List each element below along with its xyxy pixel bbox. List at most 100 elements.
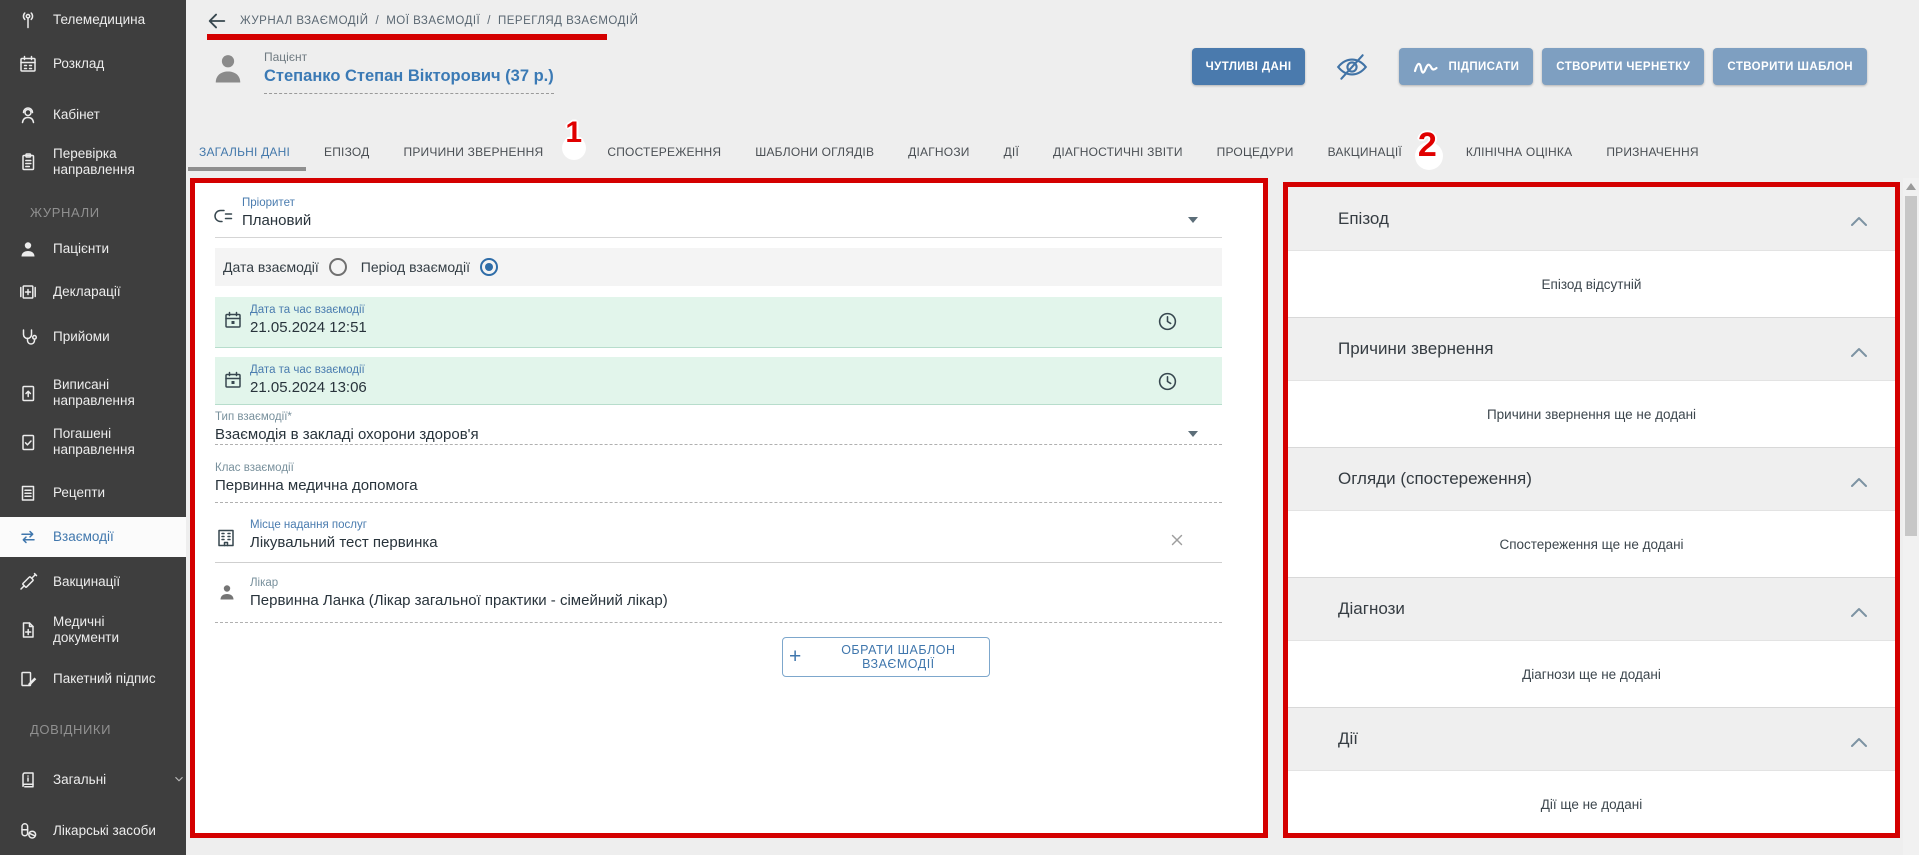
tab-general-data[interactable]: ЗАГАЛЬНІ ДАНІ [197, 132, 292, 171]
date-start-field[interactable]: Дата та час взаємодії 21.05.2024 12:51 [215, 297, 1222, 348]
arrows-swap-icon [18, 527, 38, 547]
plus-icon: + [789, 646, 802, 667]
sidebar-item-interactions[interactable]: Взаємодії [0, 517, 186, 557]
sidebar-item-label: Погашені направлення [53, 426, 165, 459]
sensitive-data-button[interactable]: ЧУТЛИВІ ДАНІ [1192, 48, 1306, 85]
field-value: 21.05.2024 12:51 [250, 319, 1222, 336]
doc-plus-icon [18, 620, 38, 640]
choose-template-button[interactable]: + ОБРАТИ ШАБЛОН ВЗАЄМОДІЇ [782, 637, 990, 677]
signature-icon [1413, 59, 1439, 75]
scroll-up-icon[interactable] [1906, 183, 1916, 190]
chevron-down-icon[interactable] [1188, 431, 1198, 437]
doctor-icon [18, 105, 38, 125]
chevron-up-icon[interactable] [1851, 342, 1867, 352]
sidebar-item-label: Пацієнти [53, 241, 165, 257]
sidebar-item-cabinet[interactable]: Кабінет [0, 95, 186, 135]
create-template-button[interactable]: СТВОРИТИ ШАБЛОН [1713, 48, 1867, 85]
doctor-field: Лікар Первинна Ланка (Лікар загальної пр… [215, 577, 1222, 623]
tab-prescriptions[interactable]: ПРИЗНАЧЕННЯ [1604, 132, 1700, 171]
service-place-field[interactable]: Місце надання послуг Лікувальний тест пе… [215, 519, 1222, 563]
sidebar-item-label: Кабінет [53, 107, 165, 123]
sidebar-item-label: Лікарські засоби [53, 823, 165, 839]
accordion-observations[interactable]: Огляди (спостереження) [1288, 447, 1895, 511]
back-arrow-icon[interactable] [206, 10, 228, 32]
tab-reasons[interactable]: ПРИЧИНИ ЗВЕРНЕННЯ [402, 132, 546, 171]
breadcrumb-item[interactable]: ЖУРНАЛ ВЗАЄМОДІЙ [240, 15, 369, 27]
person-icon [18, 239, 38, 259]
interaction-type-field[interactable]: Тип взаємодії* Взаємодія в закладі охоро… [215, 411, 1222, 445]
tab-clinical-assessment[interactable]: КЛІНІЧНА ОЦІНКА [1464, 132, 1574, 171]
accordion-reasons[interactable]: Причини звернення [1288, 317, 1895, 381]
sidebar-item-prescriptions[interactable]: Рецепти [0, 473, 186, 513]
field-label: Дата та час взаємодії [250, 364, 1222, 376]
tab-diagnoses[interactable]: ДІАГНОЗИ [906, 132, 971, 171]
doc-check-icon [18, 432, 38, 452]
annotation-box-1: Пріоритет Плановий Дата взаємодії Період… [190, 178, 1268, 838]
field-label: Пріоритет [242, 197, 1222, 209]
sidebar-item-label: Розклад [53, 56, 165, 72]
accordion-actions[interactable]: Дії [1288, 707, 1895, 771]
sidebar-item-redeemed-referrals[interactable]: Погашені направлення [0, 418, 186, 466]
general-data-form: Пріоритет Плановий Дата взаємодії Період… [195, 183, 1263, 833]
sidebar: Телемедицина Розклад Кабінет Перевірка н… [0, 0, 186, 855]
create-draft-button[interactable]: СТВОРИТИ ЧЕРНЕТКУ [1542, 48, 1704, 85]
sidebar-item-declarations[interactable]: Декларації [0, 272, 186, 312]
field-value: Первинна медична допомога [215, 477, 1222, 494]
accordion-empty-state: Діагнози ще не додані [1288, 641, 1895, 707]
clock-icon[interactable] [1157, 371, 1178, 392]
calendar-icon [223, 310, 243, 330]
sidebar-item-label: Загальні [53, 772, 153, 788]
field-label: Дата та час взаємодії [250, 304, 1222, 316]
tab-actions[interactable]: ДІЇ [1002, 132, 1021, 171]
clock-icon[interactable] [1157, 311, 1178, 332]
eye-off-icon[interactable] [1335, 52, 1369, 82]
accordion-diagnoses[interactable]: Діагнози [1288, 577, 1895, 641]
sidebar-item-batch-signing[interactable]: Пакетний підпис [0, 659, 186, 699]
chevron-up-icon[interactable] [1851, 472, 1867, 482]
header-actions: ЧУТЛИВІ ДАНІ ПІДПИСАТИ СТВОРИТИ ЧЕРНЕТКУ… [1192, 48, 1867, 85]
clear-icon[interactable] [1168, 531, 1186, 549]
priority-icon [212, 206, 234, 228]
date-end-field[interactable]: Дата та час взаємодії 21.05.2024 13:06 [215, 357, 1222, 405]
field-value: Взаємодія в закладі охорони здоров'я [215, 426, 1222, 443]
breadcrumb-item[interactable]: МОЇ ВЗАЄМОДІЇ [386, 15, 480, 27]
sidebar-item-patients[interactable]: Пацієнти [0, 229, 186, 269]
patient-name-link[interactable]: Степанко Степан Вікторович (37 р.) [264, 67, 554, 94]
sidebar-item-medicines[interactable]: Лікарські засоби [0, 811, 186, 851]
chevron-up-icon[interactable] [1851, 602, 1867, 612]
patient-label: Пацієнт [264, 50, 554, 64]
sidebar-item-issued-referrals[interactable]: Виписані направлення [0, 369, 186, 417]
field-value: Первинна Ланка (Лікар загальної практики… [250, 592, 1222, 609]
scrollbar-thumb[interactable] [1905, 196, 1917, 536]
scrollbar-track[interactable] [1903, 178, 1919, 855]
sidebar-item-label: Пакетний підпис [53, 671, 165, 687]
stethoscope-icon [18, 327, 38, 347]
breadcrumb[interactable]: ЖУРНАЛ ВЗАЄМОДІЙ/МОЇ ВЗАЄМОДІЇ/ПЕРЕГЛЯД … [240, 15, 638, 27]
chevron-up-icon[interactable] [1851, 732, 1867, 742]
doc-pen-icon [18, 669, 38, 689]
field-value: Лікувальний тест первинка [250, 534, 1222, 551]
chevron-up-icon[interactable] [1851, 211, 1867, 221]
interaction-date-radio[interactable] [329, 258, 347, 276]
chevron-down-icon[interactable] [1188, 217, 1198, 223]
tab-procedures[interactable]: ПРОЦЕДУРИ [1215, 132, 1296, 171]
accordion-episode[interactable]: Епізод [1288, 187, 1895, 251]
sidebar-item-vaccinations[interactable]: Вакцинації [0, 562, 186, 602]
tab-observations[interactable]: СПОСТЕРЕЖЕННЯ [605, 132, 723, 171]
sidebar-item-medical-documents[interactable]: Медичні документи [0, 606, 186, 654]
calendar-icon [18, 54, 38, 74]
sidebar-section-journals: ЖУРНАЛИ [0, 202, 186, 222]
tab-vaccinations[interactable]: ВАКЦИНАЦІЇ [1326, 132, 1404, 171]
sidebar-item-schedule[interactable]: Розклад [0, 44, 186, 84]
sidebar-item-referral-check[interactable]: Перевірка направлення [0, 138, 186, 186]
sidebar-item-telemedicine[interactable]: Телемедицина [0, 0, 186, 40]
tab-episode[interactable]: ЕПІЗОД [322, 132, 371, 171]
sidebar-item-appointments[interactable]: Прийоми [0, 317, 186, 357]
interaction-period-radio[interactable] [480, 258, 498, 276]
sign-button[interactable]: ПІДПИСАТИ [1399, 48, 1533, 85]
sidebar-item-general[interactable]: Загальні [0, 760, 186, 800]
tab-exam-templates[interactable]: ШАБЛОНИ ОГЛЯДІВ [753, 132, 876, 171]
interaction-class-field: Клас взаємодії Первинна медична допомога [215, 462, 1222, 503]
priority-field[interactable]: Пріоритет Плановий [215, 197, 1222, 238]
tab-diagnostic-reports[interactable]: ДІАГНОСТИЧНІ ЗВІТИ [1051, 132, 1185, 171]
